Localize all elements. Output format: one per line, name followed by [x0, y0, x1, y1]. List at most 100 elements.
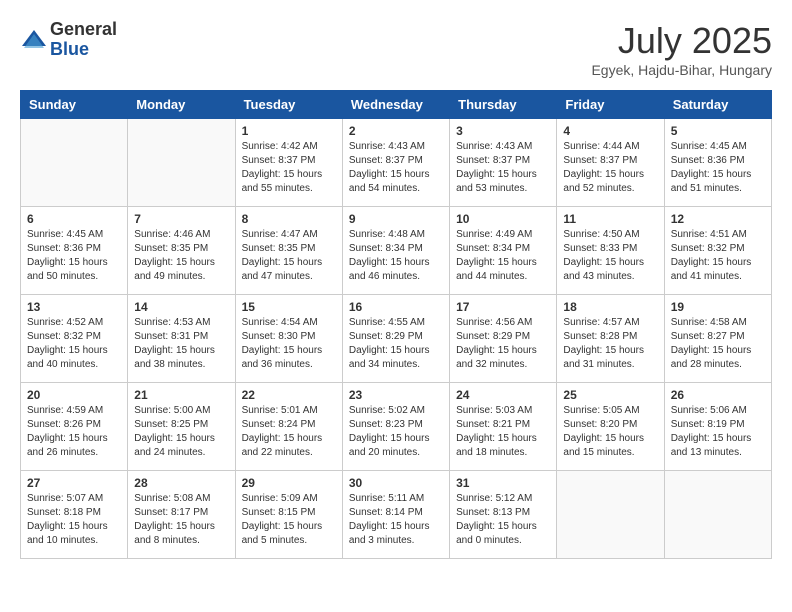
day-info: Sunrise: 4:52 AMSunset: 8:32 PMDaylight:… [27, 316, 121, 372]
day-number: 11 [563, 212, 657, 226]
weekday-header-sunday: Sunday [21, 91, 128, 119]
calendar-cell: 30Sunrise: 5:11 AMSunset: 8:14 PMDayligh… [342, 471, 449, 559]
calendar-cell: 1 Sunrise: 4:42 AMSunset: 8:37 PMDaylight… [235, 119, 342, 207]
week-row-3: 13 Sunrise: 4:52 AMSunset: 8:32 PMDayligh… [21, 295, 772, 383]
calendar-cell: 5 Sunrise: 4:45 AMSunset: 8:36 PMDaylight… [664, 119, 771, 207]
day-info: Sunrise: 4:50 AMSunset: 8:33 PMDaylight:… [563, 228, 657, 284]
calendar-cell: 27Sunrise: 5:07 AMSunset: 8:18 PMDayligh… [21, 471, 128, 559]
day-number: 19 [671, 300, 765, 314]
day-info: Sunrise: 4:44 AMSunset: 8:37 PMDaylight:… [563, 140, 657, 196]
day-number: 14 [134, 300, 228, 314]
day-number: 17 [456, 300, 550, 314]
calendar-cell: 22 Sunrise: 5:01 AMSunset: 8:24 PMDayligh… [235, 383, 342, 471]
calendar-cell [557, 471, 664, 559]
day-number: 25 [563, 388, 657, 402]
day-number: 26 [671, 388, 765, 402]
calendar-cell: 8 Sunrise: 4:47 AMSunset: 8:35 PMDaylight… [235, 207, 342, 295]
month-year-title: July 2025 [591, 20, 772, 62]
week-row-2: 6Sunrise: 4:45 AMSunset: 8:36 PMDaylight… [21, 207, 772, 295]
calendar-cell: 28Sunrise: 5:08 AMSunset: 8:17 PMDayligh… [128, 471, 235, 559]
weekday-header-monday: Monday [128, 91, 235, 119]
day-info: Sunrise: 4:46 AMSunset: 8:35 PMDaylight:… [134, 228, 228, 284]
calendar-cell: 15Sunrise: 4:54 AMSunset: 8:30 PMDayligh… [235, 295, 342, 383]
day-info: Sunrise: 4:45 AMSunset: 8:36 PMDaylight:… [27, 228, 121, 284]
calendar-cell: 31 Sunrise: 5:12 AMSunset: 8:13 PMDayligh… [450, 471, 557, 559]
day-info: Sunrise: 5:02 AMSunset: 8:23 PMDaylight:… [349, 404, 443, 460]
location-subtitle: Egyek, Hajdu-Bihar, Hungary [591, 62, 772, 78]
logo-blue-text: Blue [50, 40, 117, 60]
calendar-cell: 9Sunrise: 4:48 AMSunset: 8:34 PMDaylight… [342, 207, 449, 295]
day-number: 3 [456, 124, 550, 138]
day-info: Sunrise: 5:06 AMSunset: 8:19 PMDaylight:… [671, 404, 765, 460]
calendar-cell: 7 Sunrise: 4:46 AMSunset: 8:35 PMDaylight… [128, 207, 235, 295]
day-info: Sunrise: 4:43 AMSunset: 8:37 PMDaylight:… [456, 140, 550, 196]
logo-icon [20, 26, 48, 54]
weekday-header-saturday: Saturday [664, 91, 771, 119]
day-number: 13 [27, 300, 121, 314]
day-number: 8 [242, 212, 336, 226]
week-row-1: 1 Sunrise: 4:42 AMSunset: 8:37 PMDaylight… [21, 119, 772, 207]
day-info: Sunrise: 5:07 AMSunset: 8:18 PMDaylight:… [27, 492, 121, 548]
day-info: Sunrise: 5:01 AMSunset: 8:24 PMDaylight:… [242, 404, 336, 460]
day-info: Sunrise: 4:53 AMSunset: 8:31 PMDaylight:… [134, 316, 228, 372]
calendar-cell: 10 Sunrise: 4:49 AMSunset: 8:34 PMDayligh… [450, 207, 557, 295]
weekday-header-tuesday: Tuesday [235, 91, 342, 119]
day-number: 16 [349, 300, 443, 314]
day-number: 5 [671, 124, 765, 138]
day-info: Sunrise: 5:05 AMSunset: 8:20 PMDaylight:… [563, 404, 657, 460]
week-row-5: 27Sunrise: 5:07 AMSunset: 8:18 PMDayligh… [21, 471, 772, 559]
calendar-cell: 29Sunrise: 5:09 AMSunset: 8:15 PMDayligh… [235, 471, 342, 559]
day-info: Sunrise: 4:55 AMSunset: 8:29 PMDaylight:… [349, 316, 443, 372]
calendar-cell [21, 119, 128, 207]
day-number: 12 [671, 212, 765, 226]
day-info: Sunrise: 5:12 AMSunset: 8:13 PMDaylight:… [456, 492, 550, 548]
day-info: Sunrise: 4:48 AMSunset: 8:34 PMDaylight:… [349, 228, 443, 284]
day-number: 31 [456, 476, 550, 490]
day-info: Sunrise: 4:56 AMSunset: 8:29 PMDaylight:… [456, 316, 550, 372]
calendar-cell: 11 Sunrise: 4:50 AMSunset: 8:33 PMDayligh… [557, 207, 664, 295]
calendar-cell: 26 Sunrise: 5:06 AMSunset: 8:19 PMDayligh… [664, 383, 771, 471]
day-info: Sunrise: 5:11 AMSunset: 8:14 PMDaylight:… [349, 492, 443, 548]
calendar-cell: 24Sunrise: 5:03 AMSunset: 8:21 PMDayligh… [450, 383, 557, 471]
day-info: Sunrise: 5:08 AMSunset: 8:17 PMDaylight:… [134, 492, 228, 548]
calendar-cell [128, 119, 235, 207]
calendar-cell: 25 Sunrise: 5:05 AMSunset: 8:20 PMDayligh… [557, 383, 664, 471]
logo: General Blue [20, 20, 117, 60]
day-number: 4 [563, 124, 657, 138]
weekday-header-thursday: Thursday [450, 91, 557, 119]
week-row-4: 20Sunrise: 4:59 AMSunset: 8:26 PMDayligh… [21, 383, 772, 471]
calendar-cell: 21Sunrise: 5:00 AMSunset: 8:25 PMDayligh… [128, 383, 235, 471]
day-info: Sunrise: 4:58 AMSunset: 8:27 PMDaylight:… [671, 316, 765, 372]
calendar-cell: 19 Sunrise: 4:58 AMSunset: 8:27 PMDayligh… [664, 295, 771, 383]
day-info: Sunrise: 4:45 AMSunset: 8:36 PMDaylight:… [671, 140, 765, 196]
day-info: Sunrise: 4:49 AMSunset: 8:34 PMDaylight:… [456, 228, 550, 284]
day-info: Sunrise: 5:03 AMSunset: 8:21 PMDaylight:… [456, 404, 550, 460]
day-number: 7 [134, 212, 228, 226]
title-area: July 2025 Egyek, Hajdu-Bihar, Hungary [591, 20, 772, 78]
day-number: 1 [242, 124, 336, 138]
calendar-cell: 4 Sunrise: 4:44 AMSunset: 8:37 PMDaylight… [557, 119, 664, 207]
calendar-cell: 23Sunrise: 5:02 AMSunset: 8:23 PMDayligh… [342, 383, 449, 471]
calendar-cell [664, 471, 771, 559]
day-info: Sunrise: 4:57 AMSunset: 8:28 PMDaylight:… [563, 316, 657, 372]
logo-text: General Blue [50, 20, 117, 60]
page-header: General Blue July 2025 Egyek, Hajdu-Biha… [20, 20, 772, 78]
day-number: 21 [134, 388, 228, 402]
calendar-cell: 16 Sunrise: 4:55 AMSunset: 8:29 PMDayligh… [342, 295, 449, 383]
day-info: Sunrise: 4:43 AMSunset: 8:37 PMDaylight:… [349, 140, 443, 196]
logo-general-text: General [50, 20, 117, 40]
day-info: Sunrise: 4:47 AMSunset: 8:35 PMDaylight:… [242, 228, 336, 284]
day-number: 22 [242, 388, 336, 402]
day-number: 10 [456, 212, 550, 226]
calendar-cell: 17 Sunrise: 4:56 AMSunset: 8:29 PMDayligh… [450, 295, 557, 383]
day-info: Sunrise: 4:42 AMSunset: 8:37 PMDaylight:… [242, 140, 336, 196]
day-number: 18 [563, 300, 657, 314]
day-info: Sunrise: 4:51 AMSunset: 8:32 PMDaylight:… [671, 228, 765, 284]
day-number: 29 [242, 476, 336, 490]
weekday-header-wednesday: Wednesday [342, 91, 449, 119]
weekday-header-friday: Friday [557, 91, 664, 119]
day-number: 20 [27, 388, 121, 402]
calendar-cell: 13 Sunrise: 4:52 AMSunset: 8:32 PMDayligh… [21, 295, 128, 383]
day-number: 15 [242, 300, 336, 314]
calendar-cell: 2Sunrise: 4:43 AMSunset: 8:37 PMDaylight… [342, 119, 449, 207]
